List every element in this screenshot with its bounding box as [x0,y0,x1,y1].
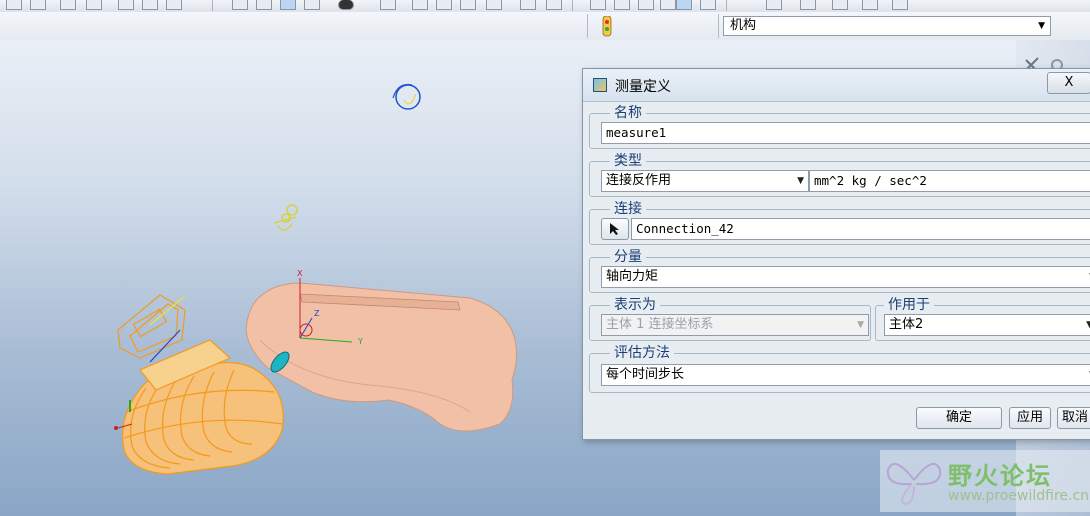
copy-icon[interactable] [118,0,134,10]
svg-text:Z: Z [314,309,320,318]
select-connection-button[interactable] [601,218,629,240]
gear-icon[interactable] [766,0,782,10]
save-icon[interactable] [60,0,76,10]
evaluation-method-select[interactable]: 每个时间步长 ▼ [601,364,1090,386]
express-as-select: 主体 1 连接坐标系 ▼ [601,314,869,336]
watermark-url: www.proewildfire.cn [948,488,1090,504]
apply-to-select[interactable]: 主体2 ▼ [884,314,1090,336]
units-field: mm^2 kg / sec^2 [809,170,1090,192]
svg-text:Y: Y [357,337,363,346]
analysis-icon[interactable] [520,0,536,10]
cancel-button[interactable]: 取消 [1057,407,1090,429]
express-as-value: 主体 1 连接坐标系 [606,317,714,332]
forum-watermark: 野火论坛 www.proewildfire.cn [880,450,1090,512]
component-legend: 分量 [610,248,646,266]
toolbar-separator [726,0,727,11]
record-icon[interactable] [338,0,354,10]
close-button[interactable]: X [1047,72,1090,94]
apply-to-group: 作用于 主体2 ▼ [875,296,1090,341]
svg-text:X: X [297,269,303,278]
spin-icon[interactable] [304,0,320,10]
component-group: 分量 轴向力矩 ▼ [589,248,1090,293]
mechanism-mode-label: 机构 [730,18,757,33]
name-legend: 名称 [610,104,646,122]
evaluation-method-value: 每个时间步长 [606,367,685,382]
dialog-titlebar[interactable]: 测量定义 X [583,69,1090,102]
component-value: 轴向力矩 [606,269,659,284]
datum-point-icon[interactable] [460,0,476,10]
cursor-arrow-icon [610,223,619,235]
motion-indicator [392,83,421,110]
measure-name-input[interactable]: measure1 [601,122,1090,144]
view-icon[interactable] [232,0,248,10]
spring-icon[interactable] [832,0,848,10]
servo-icon[interactable] [660,0,676,10]
type-legend: 类型 [610,152,646,170]
ok-button[interactable]: 确定 [916,407,1002,429]
open-icon[interactable] [30,0,46,10]
measure-definition-dialog: 测量定义 X 名称 measure1 类型 连接反作用 ▼ mm^2 kg / … [582,68,1090,440]
chevron-down-icon: ▼ [1038,21,1045,31]
annotation-icon[interactable] [546,0,562,10]
dialog-title: 测量定义 [615,79,671,95]
measure-type-select[interactable]: 连接反作用 ▼ [601,170,809,192]
evaluation-method-group: 评估方法 每个时间步长 ▼ [589,344,1090,393]
toolbar-separator [212,0,213,11]
paste-icon[interactable] [142,0,158,10]
pointer-icon[interactable] [412,0,428,10]
measure-type-value: 连接反作用 [606,173,672,188]
evaluation-method-legend: 评估方法 [610,344,674,362]
damper-icon[interactable] [862,0,878,10]
toolbar-separator [572,0,573,11]
undo-icon[interactable] [166,0,182,10]
connection-group: 连接 Connection_42 [589,200,1090,245]
apply-button[interactable]: 应用 [1009,407,1051,429]
mechanism-mode-select[interactable]: 机构 ▼ [723,16,1051,36]
connection-legend: 连接 [610,200,646,218]
force-icon[interactable] [892,0,908,10]
apply-to-legend: 作用于 [884,296,934,314]
chevron-down-icon: ▼ [797,176,804,186]
drag-icon[interactable] [590,0,606,10]
print-icon[interactable] [86,0,102,10]
apply-to-value: 主体2 [889,317,924,332]
csys-icon[interactable] [486,0,502,10]
express-as-legend: 表示为 [610,296,660,314]
playback-icon[interactable] [700,0,716,10]
orient-icon[interactable] [256,0,272,10]
new-icon[interactable] [6,0,22,10]
datum-axis-icon[interactable] [436,0,452,10]
joint-symbol [273,204,298,231]
measure-icon[interactable] [676,0,692,10]
toolbar-separator [718,14,719,38]
mechanism-icon[interactable] [280,0,296,10]
snapshot-icon[interactable] [638,0,654,10]
connect-icon[interactable] [614,0,630,10]
chevron-down-icon: ▼ [1086,315,1090,335]
type-group: 类型 连接反作用 ▼ mm^2 kg / sec^2 [589,152,1090,197]
sketch-icon[interactable] [380,0,396,10]
toolbar-separator [587,14,588,38]
express-as-group: 表示为 主体 1 连接坐标系 ▼ [589,296,871,341]
traffic-light-icon[interactable] [600,16,614,38]
connection-field[interactable]: Connection_42 [631,218,1090,240]
butterfly-logo-icon [886,462,942,506]
close-icon: X [1064,75,1074,90]
name-group: 名称 measure1 [589,104,1090,149]
motor-icon[interactable] [800,0,816,10]
watermark-name: 野火论坛 [948,462,1052,490]
chevron-down-icon: ▼ [857,320,864,330]
component-select[interactable]: 轴向力矩 ▼ [601,266,1090,288]
dialog-app-icon [593,78,607,92]
